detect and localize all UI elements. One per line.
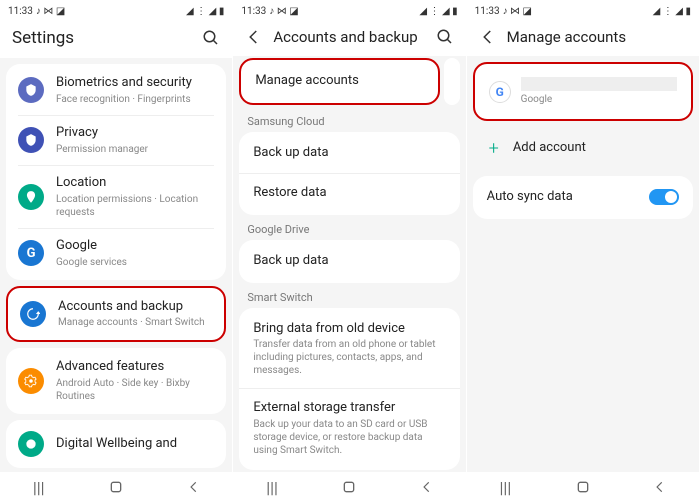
auto-sync-toggle[interactable] — [649, 189, 679, 205]
status-icons-right: ◢ ⋮ ◢ ▮ — [186, 6, 224, 17]
bring-data-item[interactable]: Bring data from old deviceTransfer data … — [239, 310, 459, 389]
settings-item-wellbeing[interactable]: Digital Wellbeing and — [6, 422, 226, 466]
section-header-google-drive: Google Drive — [233, 215, 465, 240]
backup-data-item[interactable]: Back up data — [239, 134, 459, 173]
settings-item-location[interactable]: LocationLocation permissions · Location … — [18, 165, 214, 228]
back-button[interactable] — [174, 477, 214, 497]
item-title: Biometrics and security — [56, 75, 214, 92]
item-title: Location — [56, 175, 214, 192]
item-title: Back up data — [253, 145, 328, 162]
status-time: 11:33 — [475, 6, 500, 17]
settings-item-google[interactable]: GGoogleGoogle services — [18, 228, 214, 278]
plus-icon: + — [489, 138, 499, 159]
header: Accounts and backup — [233, 22, 465, 56]
item-sub: Google services — [56, 256, 214, 269]
backup-data-drive-item[interactable]: Back up data — [239, 242, 459, 281]
settings-item-biometrics[interactable]: Biometrics and securityFace recognition … — [6, 66, 226, 115]
external-storage-item[interactable]: External storage transferBack up your da… — [239, 388, 459, 468]
account-type: Google — [521, 93, 677, 106]
back-icon[interactable] — [245, 28, 263, 46]
item-title: Auto sync data — [487, 189, 637, 206]
page-title: Manage accounts — [507, 28, 687, 46]
section-header-samsung-cloud: Samsung Cloud — [233, 107, 465, 132]
item-title: Bring data from old device — [253, 321, 445, 338]
status-icons-right: ◢ ⋮ ◢ ▮ — [419, 6, 457, 17]
page-title: Settings — [12, 28, 192, 48]
settings-item-advanced[interactable]: Advanced featuresAndroid Auto · Side key… — [6, 350, 226, 412]
item-title: Digital Wellbeing and — [56, 436, 214, 453]
item-title: Back up data — [253, 253, 328, 270]
status-icons-left: ♪ ⋈ ◪ — [503, 6, 532, 17]
item-title: External storage transfer — [253, 400, 445, 417]
item-title: Restore data — [253, 185, 326, 202]
accounts-backup-screen: 11:33♪ ⋈ ◪ ◢ ⋮ ◢ ▮ Accounts and backup M… — [233, 0, 466, 502]
nav-bar: ||| — [233, 472, 465, 502]
nav-bar: ||| — [0, 472, 232, 502]
status-time: 11:33 — [241, 6, 266, 17]
settings-screen: 11:33♪ ⋈ ◪ ◢ ⋮ ◢ ▮ Settings Biometrics a… — [0, 0, 233, 502]
status-icons-left: ♪ ⋈ ◪ — [36, 6, 65, 17]
home-button[interactable] — [96, 477, 136, 497]
recents-button[interactable]: ||| — [252, 477, 292, 497]
recents-button[interactable]: ||| — [19, 477, 59, 497]
section-header-smart-switch: Smart Switch — [233, 283, 465, 308]
recents-button[interactable]: ||| — [485, 477, 525, 497]
status-icons-left: ♪ ⋈ ◪ — [269, 6, 298, 17]
item-title: Advanced features — [56, 359, 214, 376]
settings-item-accounts-backup[interactable]: Accounts and backupManage accounts · Sma… — [8, 290, 224, 339]
google-account-item[interactable]: G Google — [475, 66, 691, 117]
item-title: Google — [56, 238, 214, 255]
add-account-item[interactable]: + Add account — [473, 127, 693, 170]
search-icon[interactable] — [202, 29, 220, 47]
item-sub: Android Auto · Side key · Bixby Routines — [56, 377, 214, 403]
item-sub: Transfer data from an old phone or table… — [253, 338, 445, 377]
back-button[interactable] — [407, 477, 447, 497]
manage-accounts-item[interactable]: Manage accounts — [241, 62, 437, 101]
item-sub: Face recognition · Fingerprints — [56, 93, 214, 106]
settings-item-privacy[interactable]: PrivacyPermission manager — [18, 115, 214, 165]
header: Manage accounts — [467, 22, 699, 56]
item-sub: Location permissions · Location requests — [56, 193, 214, 219]
search-icon[interactable] — [436, 28, 454, 46]
manage-accounts-screen: 11:33♪ ⋈ ◪ ◢ ⋮ ◢ ▮ Manage accounts G Goo… — [467, 0, 700, 502]
item-sub: Manage accounts · Smart Switch — [58, 316, 212, 329]
nav-bar: ||| — [467, 472, 699, 502]
status-icons-right: ◢ ⋮ ◢ ▮ — [653, 6, 691, 17]
restore-data-item[interactable]: Restore data — [239, 173, 459, 213]
home-button[interactable] — [329, 477, 369, 497]
item-title: Manage accounts — [255, 73, 359, 90]
account-email-redacted — [521, 77, 677, 91]
item-sub: Permission manager — [56, 143, 214, 156]
back-button[interactable] — [640, 477, 680, 497]
item-title: Privacy — [56, 125, 214, 142]
status-time: 11:33 — [8, 6, 33, 17]
home-button[interactable] — [563, 477, 603, 497]
google-icon: G — [489, 81, 511, 103]
item-title: Accounts and backup — [58, 299, 212, 316]
status-bar: 11:33♪ ⋈ ◪ ◢ ⋮ ◢ ▮ — [0, 0, 232, 22]
item-sub: Back up your data to an SD card or USB s… — [253, 418, 445, 457]
status-bar: 11:33♪ ⋈ ◪ ◢ ⋮ ◢ ▮ — [233, 0, 465, 22]
page-title: Accounts and backup — [273, 28, 425, 46]
status-bar: 11:33♪ ⋈ ◪ ◢ ⋮ ◢ ▮ — [467, 0, 699, 22]
auto-sync-item[interactable]: Auto sync data — [473, 178, 693, 217]
item-title: Add account — [513, 140, 586, 157]
back-icon[interactable] — [479, 28, 497, 46]
header: Settings — [0, 22, 232, 58]
